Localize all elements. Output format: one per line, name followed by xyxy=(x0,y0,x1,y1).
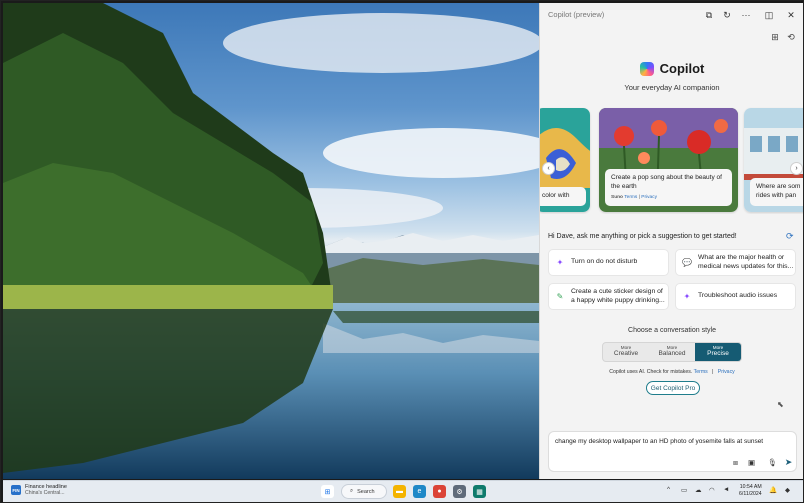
style-precise-button[interactable]: More Precise xyxy=(695,343,741,361)
desktop-wallpaper xyxy=(3,3,539,479)
meta-brand: Suno xyxy=(611,194,623,200)
card-meta: Suno Terms | Privacy xyxy=(611,195,726,201)
chrome-icon[interactable]: ● xyxy=(433,485,446,498)
search-icon: ⌕ xyxy=(350,488,354,494)
news-subtitle: China's Central... xyxy=(25,490,65,496)
conversation-style-selector: More Creative More Balanced More Precise xyxy=(602,342,742,362)
history-icon[interactable]: ⟲ xyxy=(784,30,798,44)
paint-icon: ✎ xyxy=(556,292,564,301)
clock[interactable]: 10:54 AM 6/11/2024 xyxy=(739,484,762,499)
meta-sep: | xyxy=(638,194,640,200)
terms-link[interactable]: Terms xyxy=(624,195,637,200)
sparkle-icon: ✦ xyxy=(683,292,691,301)
style-option-label: Creative xyxy=(613,350,639,357)
taskbar-search[interactable]: ⌕ Search xyxy=(341,484,387,499)
terms-link[interactable]: Terms xyxy=(694,369,708,375)
file-explorer-icon[interactable]: ▬ xyxy=(393,485,406,498)
get-copilot-pro-button[interactable]: Get Copilot Pro xyxy=(646,381,700,395)
settings-icon[interactable]: ⚙ xyxy=(453,485,466,498)
carousel-next-button[interactable]: › xyxy=(790,162,803,175)
open-external-icon[interactable]: ⧉ xyxy=(702,8,716,22)
carousel-card[interactable]: color with xyxy=(540,108,590,212)
screenshot-icon[interactable]: ⧈ xyxy=(730,457,741,468)
suggestion-label: Troubleshoot audio issues xyxy=(698,292,778,300)
ai-disclaimer: Copilot uses AI. Check for mistakes. Ter… xyxy=(609,369,735,375)
panel-titlebar: Copilot (preview) ⧉ ↻ ··· ◫ ✕ xyxy=(540,3,803,27)
chat-input-box[interactable]: change my desktop wallpaper to an HD pho… xyxy=(548,431,797,472)
clock-date: 6/11/2024 xyxy=(739,491,762,498)
taskbar: FIN Finance headline China's Central... … xyxy=(3,480,803,502)
brand-name: Copilot xyxy=(659,61,705,76)
onedrive-icon[interactable]: ☁ xyxy=(695,486,702,494)
refresh-suggestions-icon[interactable]: ⟳ xyxy=(786,231,794,242)
conversation-style-label: Choose a conversation style xyxy=(628,327,716,334)
store-icon[interactable]: ▦ xyxy=(473,485,486,498)
copilot-panel: Copilot (preview) ⧉ ↻ ··· ◫ ✕ ⊞ ⟲ Copilo… xyxy=(539,3,803,479)
suggestion-chip[interactable]: 💬 What are the major health or medical n… xyxy=(675,249,796,276)
privacy-link[interactable]: Privacy xyxy=(641,195,657,200)
clock-time: 10:54 AM xyxy=(739,484,762,490)
card-caption: Where are som rides with pan xyxy=(756,183,801,200)
carousel-prev-button[interactable]: ‹ xyxy=(542,162,555,175)
search-label: Search xyxy=(357,488,375,495)
chat-input-text[interactable]: change my desktop wallpaper to an HD pho… xyxy=(555,438,763,445)
image-icon[interactable]: ▣ xyxy=(746,457,757,468)
greeting-text: Hi Dave, ask me anything or pick a sugge… xyxy=(548,233,737,240)
tray-overflow-icon[interactable]: ^ xyxy=(667,486,670,493)
chat-icon: 💬 xyxy=(682,258,692,267)
close-icon[interactable]: ✕ xyxy=(784,8,798,22)
notification-icon[interactable]: 🔔 xyxy=(769,486,777,494)
card-caption: color with xyxy=(542,192,570,200)
style-option-label: Precise xyxy=(707,350,729,357)
volume-icon[interactable]: ◄ xyxy=(723,486,729,493)
suggestion-chip[interactable]: ✦ Turn on do not disturb xyxy=(548,249,669,276)
tagline: Your everyday AI companion xyxy=(624,83,720,92)
copilot-logo-icon xyxy=(639,61,654,76)
sparkle-icon: ✦ xyxy=(556,258,564,267)
finance-icon: FIN xyxy=(11,485,21,495)
disclaimer-text: Copilot uses AI. Check for mistakes. xyxy=(609,369,693,375)
suggestion-label: What are the major health or medical new… xyxy=(698,253,794,270)
style-balanced-button[interactable]: More Balanced xyxy=(649,343,695,361)
wallpaper-scene xyxy=(3,3,539,479)
copilot-taskbar-icon[interactable]: ◆ xyxy=(785,486,790,494)
dock-icon[interactable]: ◫ xyxy=(762,8,776,22)
panel-title: Copilot (preview) xyxy=(548,10,605,19)
suggestion-label: Create a cute sticker design of a happy … xyxy=(571,287,665,304)
style-option-label: Balanced xyxy=(658,350,686,357)
suggestion-chip[interactable]: ✦ Troubleshoot audio issues xyxy=(675,283,796,310)
mouse-pointer-icon: ⬉ xyxy=(777,400,784,409)
brand-header: Copilot xyxy=(540,61,803,81)
carousel-card[interactable]: Where are som rides with pan xyxy=(744,108,803,212)
more-icon[interactable]: ··· xyxy=(739,8,753,22)
privacy-link[interactable]: Privacy xyxy=(718,369,735,375)
suggestion-chip[interactable]: ✎ Create a cute sticker design of a happ… xyxy=(548,283,669,310)
wifi-icon[interactable]: ◠ xyxy=(709,486,715,494)
news-widget[interactable]: FIN Finance headline China's Central... xyxy=(11,484,67,496)
send-icon[interactable]: ➤ xyxy=(783,457,794,468)
battery-icon: ▭ xyxy=(681,487,688,494)
edge-icon[interactable]: e xyxy=(413,485,426,498)
refresh-icon[interactable]: ↻ xyxy=(720,8,734,22)
screen: Copilot (preview) ⧉ ↻ ··· ◫ ✕ ⊞ ⟲ Copilo… xyxy=(0,0,804,503)
style-creative-button[interactable]: More Creative xyxy=(603,343,649,361)
plugins-icon[interactable]: ⊞ xyxy=(768,30,782,44)
carousel-card-featured[interactable]: Create a pop song about the beauty of th… xyxy=(599,108,738,212)
mic-icon[interactable]: 🎙 xyxy=(767,457,778,468)
start-icon[interactable]: ⊞ xyxy=(321,485,334,498)
suggestion-carousel: color with Create a pop song about the b… xyxy=(540,106,803,214)
suggestion-label: Turn on do not disturb xyxy=(571,258,638,266)
card-caption: Create a pop song about the beauty of th… xyxy=(611,174,722,190)
featured-card-caption: Create a pop song about the beauty of th… xyxy=(605,169,732,206)
